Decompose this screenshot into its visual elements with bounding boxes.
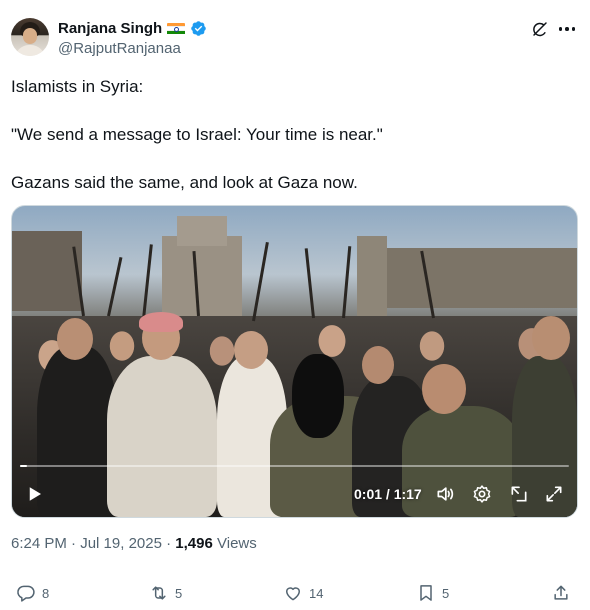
like-count: 14 [309, 585, 324, 601]
grok-icon[interactable] [531, 20, 549, 38]
reply-button[interactable]: 8 [16, 583, 49, 603]
tweet-time[interactable]: 6:24 PM [11, 535, 67, 552]
tweet-line-1: Islamists in Syria: [11, 77, 144, 96]
author-handle[interactable]: @RajputRanjanaa [58, 40, 181, 57]
author-display-name[interactable]: Ranjana Singh [58, 20, 162, 37]
bookmark-count: 5 [442, 585, 450, 601]
repost-icon [152, 586, 166, 600]
heart-icon [286, 587, 300, 601]
picture-in-picture-icon[interactable] [509, 484, 529, 504]
fullscreen-icon[interactable] [544, 484, 564, 504]
tweet-date[interactable]: Jul 19, 2025 [80, 535, 162, 552]
tweet-card: Ranjana Singh @RajputRanjanaa Islamists … [0, 0, 590, 610]
action-bar: 8 5 14 5 [0, 583, 590, 609]
views-count: 1,496 [175, 535, 213, 552]
share-button[interactable] [551, 583, 571, 603]
repost-button[interactable]: 5 [149, 583, 182, 603]
tweet-meta: 6:24 PM · Jul 19, 2025 · 1,496 Views [11, 535, 257, 552]
settings-icon[interactable] [472, 484, 492, 504]
reply-count: 8 [42, 585, 50, 601]
more-options-icon[interactable] [555, 17, 579, 41]
like-button[interactable]: 14 [283, 583, 323, 603]
video-progress-bar[interactable] [20, 465, 569, 467]
video-progress-fill [20, 465, 28, 467]
verified-icon [191, 21, 206, 36]
tweet-line-2: "We send a message to Israel: Your time … [11, 125, 383, 144]
play-icon[interactable] [26, 485, 44, 503]
reply-icon [17, 585, 35, 602]
share-icon [554, 585, 568, 600]
avatar[interactable] [11, 18, 49, 56]
video-frame [12, 206, 577, 517]
repost-count: 5 [175, 585, 183, 601]
meta-separator: · [166, 535, 172, 552]
bookmark-icon [420, 585, 432, 601]
bookmark-button[interactable]: 5 [416, 583, 449, 603]
meta-separator: · [71, 535, 77, 552]
video-player[interactable]: 0:01 / 1:17 [11, 205, 578, 518]
views-label: Views [217, 535, 257, 552]
volume-icon[interactable] [435, 484, 455, 504]
india-flag-icon [167, 22, 186, 35]
tweet-line-3: Gazans said the same, and look at Gaza n… [11, 173, 358, 192]
author-name-row: Ranjana Singh [58, 20, 207, 37]
video-time: 0:01 / 1:17 [354, 486, 422, 502]
